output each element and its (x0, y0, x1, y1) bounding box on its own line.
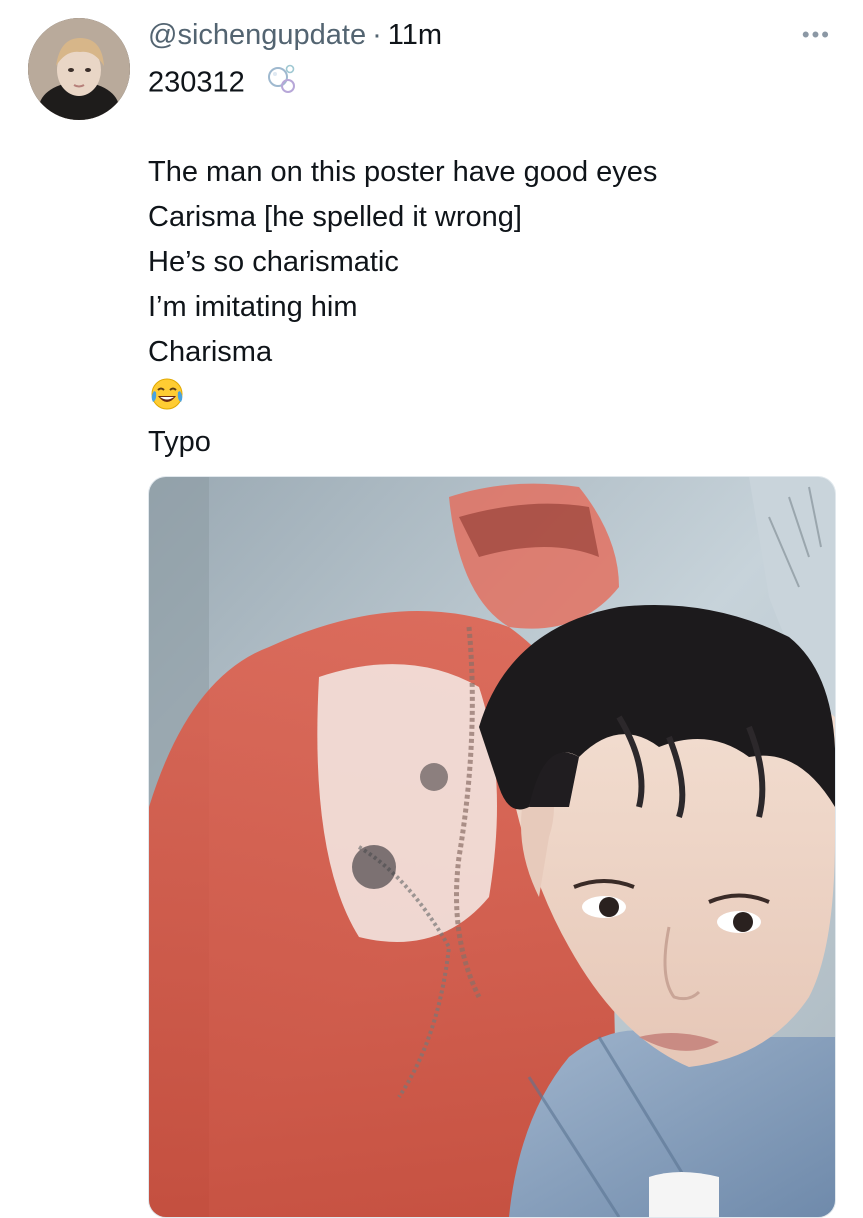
separator-dot: · (372, 19, 382, 51)
avatar[interactable] (28, 18, 130, 120)
text-line-1: The man on this poster have good eyes (148, 156, 658, 188)
emoji-line (148, 375, 838, 420)
text-line-6: Typo (148, 426, 211, 458)
bubbles-icon (263, 60, 297, 108)
text-line-4: I’m imitating him (148, 291, 358, 323)
more-dots-icon[interactable]: ••• (802, 22, 831, 48)
timestamp[interactable]: 11m (388, 19, 442, 51)
selfie-photo[interactable] (148, 476, 836, 1218)
text-line-date: 230312 (148, 60, 838, 105)
text-line-3: He’s so charismatic (148, 246, 399, 278)
text-line-5: Charisma (148, 336, 273, 368)
text-line-2: Carisma [he spelled it wrong] (148, 201, 522, 233)
tweet-header: @sichengupdate · 11m (148, 16, 442, 54)
user-handle[interactable]: @sichengupdate (148, 19, 366, 51)
text-line-blank (148, 105, 838, 150)
tweet-text: 230312 The man on this poster have good … (148, 60, 838, 465)
